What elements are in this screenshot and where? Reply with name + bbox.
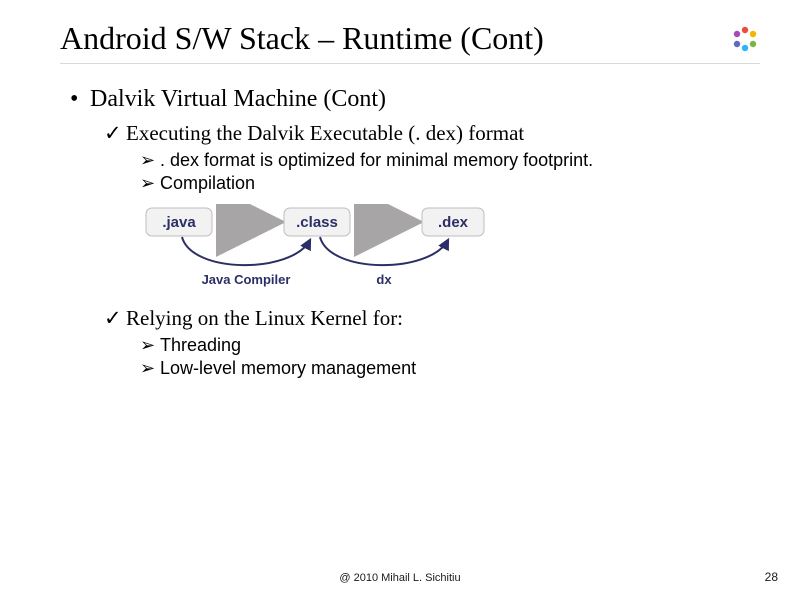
content: • Dalvik Virtual Machine (Cont) ✓ Execut… bbox=[70, 86, 770, 379]
bullet-l2: ✓ Relying on the Linux Kernel for: bbox=[104, 306, 770, 331]
diagram-box-dex: .dex bbox=[438, 214, 469, 231]
check-icon: ✓ bbox=[104, 306, 126, 331]
bullet-text: Low-level memory management bbox=[160, 358, 416, 379]
triangle-icon: ➢ bbox=[140, 150, 160, 171]
triangle-icon: ➢ bbox=[140, 335, 160, 356]
footer-copyright: @ 2010 Mihail L. Sichitiu bbox=[0, 572, 800, 584]
page-number: 28 bbox=[765, 570, 778, 584]
bullet-l2: ✓ Executing the Dalvik Executable (. dex… bbox=[104, 121, 770, 146]
bullet-text: Executing the Dalvik Executable (. dex) … bbox=[126, 121, 524, 146]
triangle-icon: ➢ bbox=[140, 358, 160, 379]
bullet-l1: • Dalvik Virtual Machine (Cont) bbox=[70, 86, 770, 113]
slide-title: Android S/W Stack – Runtime (Cont) bbox=[60, 20, 544, 57]
check-icon: ✓ bbox=[104, 121, 126, 146]
bullet-text: . dex format is optimized for minimal me… bbox=[160, 150, 593, 171]
diagram-box-class: .class bbox=[296, 214, 338, 231]
diagram-box-java: .java bbox=[162, 214, 196, 231]
compilation-diagram: .java .class .dex Java Compiler dx bbox=[142, 204, 770, 290]
bullet-l3: ➢ . dex format is optimized for minimal … bbox=[140, 150, 770, 171]
bullet-text: Compilation bbox=[160, 173, 255, 194]
bullet-text: Relying on the Linux Kernel for: bbox=[126, 306, 403, 331]
bullet-text: Dalvik Virtual Machine (Cont) bbox=[90, 86, 386, 113]
bullet-l3: ➢ Compilation bbox=[140, 173, 770, 194]
bullet-l3: ➢ Low-level memory management bbox=[140, 358, 770, 379]
slide: Android S/W Stack – Runtime (Cont) • Dal… bbox=[0, 0, 800, 600]
bullet-text: Threading bbox=[160, 335, 241, 356]
logo-icon bbox=[730, 24, 760, 54]
bullet-l3: ➢ Threading bbox=[140, 335, 770, 356]
diagram-label-javacompiler: Java Compiler bbox=[202, 272, 291, 287]
title-row: Android S/W Stack – Runtime (Cont) bbox=[60, 20, 760, 64]
diagram-label-dx: dx bbox=[376, 272, 392, 287]
triangle-icon: ➢ bbox=[140, 173, 160, 194]
bullet-dot-icon: • bbox=[70, 86, 90, 113]
